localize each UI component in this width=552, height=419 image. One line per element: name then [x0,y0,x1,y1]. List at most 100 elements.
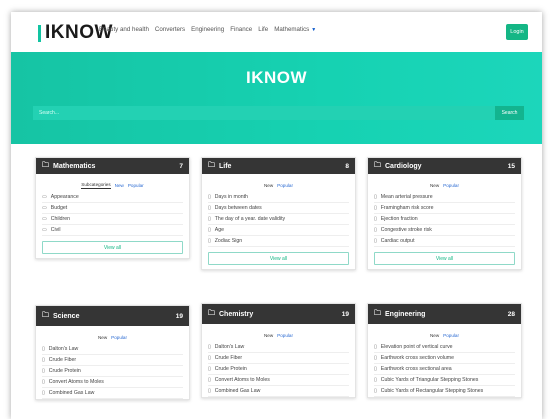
card-header[interactable]: 🗀 Mathematics 7 [36,158,189,174]
tab-popular[interactable]: Popular [277,333,293,338]
list-item[interactable]: ▯ Framingham risk score [374,203,515,214]
browser-viewport: IKNOW Beauty and health Converters Engin… [11,12,542,419]
list-item-label: Budget [50,205,68,211]
category-card-science: 🗀 Science 19 New Popular ▯ Dalton's Law ▯… [35,305,190,400]
list-item[interactable]: ▯ Mean arterial pressure [374,192,515,203]
nav-link-beauty-health[interactable]: Beauty and health [99,26,149,33]
tab-popular[interactable]: Popular [111,335,127,340]
document-icon: ▯ [374,194,377,200]
list-item[interactable]: ▯ Convert Atoms to Moles [42,377,183,388]
nav-link-finance[interactable]: Finance [230,26,252,33]
list-item-label: Cubic Yards of Triangular Stepping Stone… [380,377,479,383]
nav-link-life[interactable]: Life [258,26,268,33]
tab-popular[interactable]: Popular [277,183,293,188]
document-icon: ▯ [42,390,45,396]
chevron-down-icon: ▼ [311,27,317,33]
tab-new[interactable]: New [264,183,273,188]
document-icon: ▯ [208,355,211,361]
list-item[interactable]: ▯ Dalton's Law [208,342,349,353]
folder-icon: 🗀 [42,161,49,169]
card-count: 19 [341,310,349,318]
nav-link-converters[interactable]: Converters [155,26,185,33]
card-tabs: New Popular [202,328,355,342]
search-button[interactable]: Search [495,106,524,120]
list-item[interactable]: ▭ Budget [42,203,183,214]
list-item[interactable]: ▯ Age [208,225,349,236]
card-header[interactable]: 🗀 Engineering 28 [368,304,521,324]
list-item[interactable]: ▭ Children [42,214,183,225]
search-input[interactable] [33,106,495,120]
tab-popular[interactable]: Popular [443,183,459,188]
list-item[interactable]: ▯ Days in month [208,192,349,203]
list-item[interactable]: ▯ Crude Protein [42,366,183,377]
list-item[interactable]: ▯ Combined Gas Law [208,386,349,397]
list-item[interactable]: ▯ Elevation point of vertical curve [374,342,515,353]
tab-new[interactable]: New [430,333,439,338]
list-item[interactable]: ▯ The day of a year. date validity [208,214,349,225]
document-icon: ▯ [208,194,211,200]
document-icon: ▯ [374,205,377,211]
list-item-label: Convert Atoms to Moles [214,377,270,383]
document-icon: ▯ [374,344,377,350]
list-item-label: Days between dates [214,205,262,211]
card-header[interactable]: 🗀 Life 8 [202,158,355,174]
tab-popular[interactable]: Popular [443,333,459,338]
card-title: Chemistry [219,310,254,318]
login-button[interactable]: Login [506,24,528,40]
folder-icon: 🗀 [374,309,381,317]
list-item[interactable]: ▯ Crude Fiber [42,355,183,366]
list-item-label: Dalton's Law [48,346,79,352]
tab-new[interactable]: New [115,183,124,188]
list-item[interactable]: ▯ Cardiac output [374,236,515,247]
card-header[interactable]: 🗀 Science 19 [36,306,189,326]
category-card-chemistry: 🗀 Chemistry 19 New Popular ▯ Dalton's Law… [201,303,356,398]
list-item[interactable]: ▯ Cubic Yards of Triangular Stepping Ston… [374,375,515,386]
top-navbar: IKNOW Beauty and health Converters Engin… [11,12,542,52]
tab-new[interactable]: New [98,335,107,340]
card-header[interactable]: 🗀 Cardiology 15 [368,158,521,174]
card-count: 7 [179,162,183,170]
card-header[interactable]: 🗀 Chemistry 19 [202,304,355,324]
view-all-button[interactable]: View all [42,241,183,254]
card-title: Mathematics [53,162,96,170]
tab-popular[interactable]: Popular [128,183,144,188]
list-item[interactable]: ▭ Civil [42,225,183,236]
search-bar: Search [33,106,524,120]
list-item-label: Civil [50,227,61,233]
tab-new[interactable]: New [430,183,439,188]
list-item[interactable]: ▯ Zodiac Sign [208,236,349,247]
list-item-label: Zodiac Sign [214,238,243,244]
list-item[interactable]: ▯ Convert Atoms to Moles [208,375,349,386]
document-icon: ▯ [374,388,377,394]
document-icon: ▯ [374,355,377,361]
view-all-button[interactable]: View all [374,252,515,265]
nav-link-engineering[interactable]: Engineering [191,26,224,33]
list-item[interactable]: ▯ Cubic Yards of Rectangular Stepping Sto… [374,386,515,397]
folder-icon: ▭ [42,194,47,200]
list-item[interactable]: ▯ Congestive stroke risk [374,225,515,236]
list-item[interactable]: ▯ Crude Protein [208,364,349,375]
list-item[interactable]: ▯ Combined Gas Law [42,388,183,399]
card-items: ▯ Dalton's Law ▯ Crude Fiber ▯ Crude Protei… [36,344,189,399]
tab-new[interactable]: New [264,333,273,338]
folder-icon: 🗀 [374,161,381,169]
list-item[interactable]: ▯ Dalton's Law [42,344,183,355]
card-items: ▯ Days in month ▯ Days between dates ▯ The … [202,192,355,247]
list-item[interactable]: ▯ Crude Fiber [208,353,349,364]
document-icon: ▯ [374,366,377,372]
view-all-button[interactable]: View all [208,252,349,265]
list-item[interactable]: ▭ Appearance [42,192,183,203]
list-item-label: Crude Fiber [214,355,243,361]
document-icon: ▯ [208,205,211,211]
list-item[interactable]: ▯ Earthwork cross sectional area [374,364,515,375]
list-item[interactable]: ▯ Days between dates [208,203,349,214]
tab-subcategories[interactable]: Subcategories [81,182,111,189]
card-tabs: New Popular [36,330,189,344]
document-icon: ▯ [42,368,45,374]
list-item[interactable]: ▯ Earthwork cross section volume [374,353,515,364]
document-icon: ▯ [42,357,45,363]
list-item[interactable]: ▯ Ejection fraction [374,214,515,225]
document-icon: ▯ [208,388,211,394]
nav-link-mathematics[interactable]: Mathematics ▼ [274,26,316,33]
card-title: Science [53,312,80,320]
